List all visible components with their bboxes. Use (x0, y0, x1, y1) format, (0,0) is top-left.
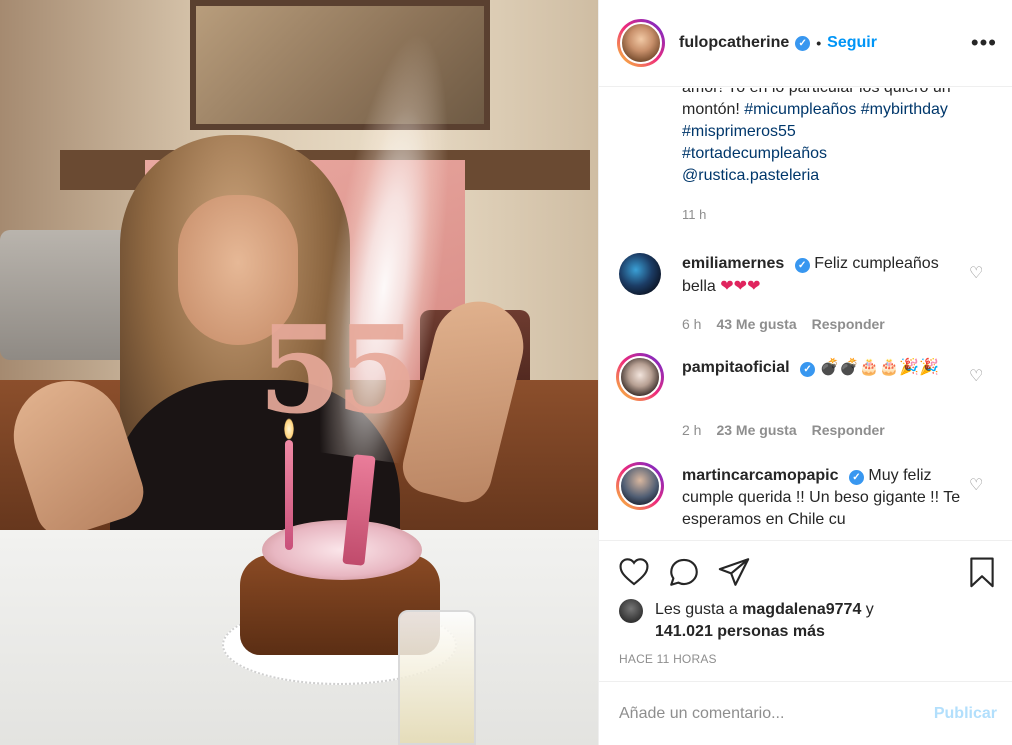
save-bookmark-icon[interactable] (965, 555, 999, 589)
verified-badge-icon: ✓ (800, 362, 816, 377)
reply-button[interactable]: Responder (812, 422, 885, 438)
likes-summary: Les gusta a magdalena9774 y 141.021 pers… (619, 599, 874, 643)
liker-avatar[interactable] (619, 599, 643, 623)
author-info: fulopcatherine ✓ • Seguir (679, 34, 877, 52)
comment-body: pampitaoficial ✓ 💣💣🎂🎂🎉🎉 (682, 356, 962, 379)
post-side-panel: fulopcatherine ✓ • Seguir ••• amor! Yo e… (598, 0, 1012, 745)
comment-body: emiliamernes ✓ Feliz cumpleaños bella ❤❤… (682, 253, 962, 298)
commenter-username[interactable]: martincarcamopapic (682, 467, 839, 484)
follow-button[interactable]: Seguir (827, 34, 877, 52)
photo-bag-left (0, 230, 140, 360)
likes-count[interactable]: 141.021 personas más (655, 623, 825, 640)
liker-username[interactable]: magdalena9774 (742, 601, 861, 618)
commenter-username[interactable]: emiliamernes (682, 255, 784, 272)
comments-list[interactable]: amor! Yo en lo particular los quiero un … (599, 88, 1012, 540)
commenter-avatar[interactable] (616, 462, 664, 510)
verified-badge-icon: ✓ (794, 258, 810, 273)
story-ring (616, 353, 664, 401)
comment-item: martincarcamopapic ✓ Muy feliz cumple qu… (616, 462, 997, 540)
more-options-icon[interactable]: ••• (971, 30, 997, 56)
post-header: fulopcatherine ✓ • Seguir ••• (599, 0, 1012, 87)
reply-button[interactable]: Responder (812, 316, 885, 332)
author-avatar-image (620, 22, 662, 64)
comment-emoji: ❤❤❤ (720, 276, 761, 295)
verified-badge-icon: ✓ (848, 470, 864, 485)
author-avatar[interactable] (617, 19, 665, 67)
publish-button[interactable]: Publicar (934, 705, 997, 723)
comment-like-count[interactable]: 23 Me gusta (716, 422, 796, 438)
comment-input[interactable] (619, 705, 919, 723)
mention-link[interactable]: @rustica.pasteleria (682, 167, 819, 184)
like-comment-heart-icon[interactable]: ♡ (969, 366, 983, 386)
photo-cake-topper-number: 55 (258, 300, 419, 441)
post-caption: amor! Yo en lo particular los quiero un … (682, 88, 997, 187)
comment-meta: 2 h 23 Me gusta Responder (682, 422, 885, 438)
like-heart-icon[interactable] (617, 555, 651, 589)
caption-text: montón! (682, 101, 745, 118)
comment-bubble-icon[interactable] (667, 555, 701, 589)
comment-body: martincarcamopapic ✓ Muy feliz cumple qu… (682, 465, 962, 531)
comment-time[interactable]: 6 h (682, 316, 701, 332)
post-actions-section: Les gusta a magdalena9774 y 141.021 pers… (599, 540, 1012, 745)
comment-emoji: 💣💣🎂🎂🎉🎉 (819, 357, 940, 376)
comment-meta: 6 h 43 Me gusta Responder (682, 316, 885, 332)
story-ring (616, 462, 664, 510)
commenter-avatar[interactable] (619, 253, 661, 295)
comment-item: emiliamernes ✓ Feliz cumpleaños bella ❤❤… (617, 253, 997, 333)
caption-cut-line: amor! Yo en lo particular los quiero un (682, 88, 997, 99)
like-comment-heart-icon[interactable]: ♡ (969, 475, 983, 495)
likes-suffix: y (861, 601, 874, 618)
likes-text: Les gusta a magdalena9774 y 141.021 pers… (655, 599, 874, 643)
hashtag-link[interactable]: #tortadecumpleaños (682, 145, 827, 162)
photo-champagne-glass (398, 610, 476, 745)
commenter-avatar-image (619, 356, 661, 398)
like-comment-heart-icon[interactable]: ♡ (969, 263, 983, 283)
caption-timestamp[interactable]: 11 h (682, 207, 706, 222)
author-username[interactable]: fulopcatherine (679, 34, 789, 52)
likes-prefix: Les gusta a (655, 601, 743, 618)
commenter-avatar[interactable] (616, 353, 664, 401)
separator-dot: • (816, 35, 822, 51)
hashtag-link[interactable]: #mybirthday (861, 101, 948, 118)
commenter-avatar-image (619, 465, 661, 507)
add-comment-bar: Publicar (599, 681, 1012, 745)
share-paper-plane-icon[interactable] (717, 555, 751, 589)
photo-candle (285, 440, 293, 550)
verified-badge-icon: ✓ (795, 35, 811, 51)
post-photo[interactable]: 55 (0, 0, 598, 745)
hashtag-link[interactable]: #micumpleaños (744, 101, 856, 118)
post-timestamp[interactable]: HACE 11 HORAS (619, 652, 717, 666)
hashtag-link[interactable]: #misprimeros55 (682, 123, 796, 140)
commenter-username[interactable]: pampitaoficial (682, 359, 790, 376)
comment-like-count[interactable]: 43 Me gusta (716, 316, 796, 332)
comment-time[interactable]: 2 h (682, 422, 701, 438)
commenter-avatar-image (619, 253, 661, 295)
comment-item: pampitaoficial ✓ 💣💣🎂🎂🎉🎉 ♡ 2 h 23 Me gust… (616, 353, 997, 446)
